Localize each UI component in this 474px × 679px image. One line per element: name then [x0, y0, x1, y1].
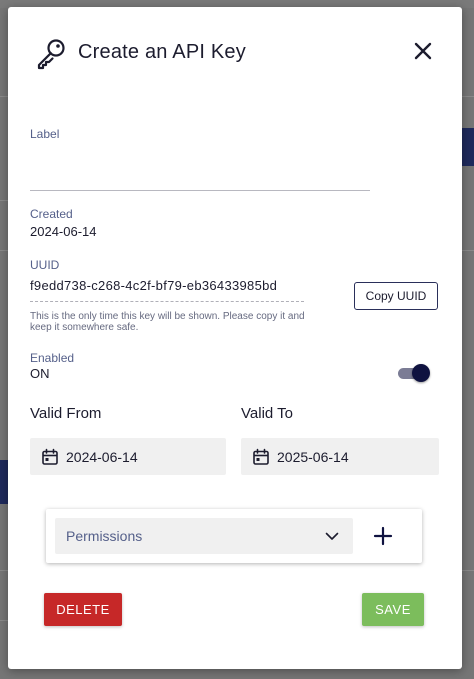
save-button[interactable]: SAVE	[362, 593, 424, 626]
label-field-label: Label	[30, 127, 60, 141]
chevron-down-icon	[325, 532, 339, 540]
background-header-bar	[462, 128, 474, 166]
background-divider	[0, 570, 8, 571]
valid-to-value: 2025-06-14	[277, 448, 349, 465]
delete-button-label: DELETE	[56, 602, 110, 617]
created-value: 2024-06-14	[30, 224, 97, 239]
dialog-title: Create an API Key	[78, 41, 246, 63]
valid-to-label: Valid To	[241, 405, 293, 422]
background-divider	[0, 96, 8, 97]
background-divider	[462, 96, 474, 97]
toggle-knob	[412, 364, 430, 382]
created-label: Created	[30, 207, 73, 221]
valid-from-label: Valid From	[30, 405, 102, 422]
valid-to-date-field[interactable]: 2025-06-14	[241, 438, 439, 475]
valid-from-date-field[interactable]: 2024-06-14	[30, 438, 226, 475]
background-divider	[0, 200, 8, 201]
background-divider	[0, 620, 8, 621]
valid-from-value: 2024-06-14	[66, 448, 138, 465]
create-api-key-dialog: Create an API Key Label Created 2024-06-…	[8, 7, 462, 669]
save-button-label: SAVE	[375, 602, 411, 617]
background-divider	[0, 250, 8, 251]
enabled-label: Enabled	[30, 351, 75, 365]
background-divider	[462, 250, 474, 251]
copy-uuid-label: Copy UUID	[365, 289, 427, 303]
calendar-icon	[253, 448, 269, 465]
uuid-hint: This is the only time this key will be s…	[30, 311, 305, 333]
plus-icon[interactable]	[372, 525, 394, 547]
permissions-select[interactable]: Permissions	[55, 518, 353, 554]
label-input[interactable]	[30, 157, 370, 191]
uuid-label: UUID	[30, 258, 60, 272]
enabled-toggle[interactable]	[398, 364, 430, 382]
dialog-header: Create an API Key	[8, 7, 462, 97]
key-icon	[37, 39, 65, 70]
enabled-value: ON	[30, 366, 50, 381]
uuid-value: f9edd738-c268-4c2f-bf79-eb36433985bd	[30, 278, 304, 302]
background-divider	[462, 570, 474, 571]
copy-uuid-button[interactable]: Copy UUID	[354, 282, 438, 310]
close-icon[interactable]	[412, 40, 434, 62]
background-header-bar	[0, 460, 8, 504]
delete-button[interactable]: DELETE	[44, 593, 122, 626]
permissions-card: Permissions	[46, 509, 422, 563]
calendar-icon	[42, 448, 58, 465]
permissions-placeholder: Permissions	[66, 528, 143, 544]
